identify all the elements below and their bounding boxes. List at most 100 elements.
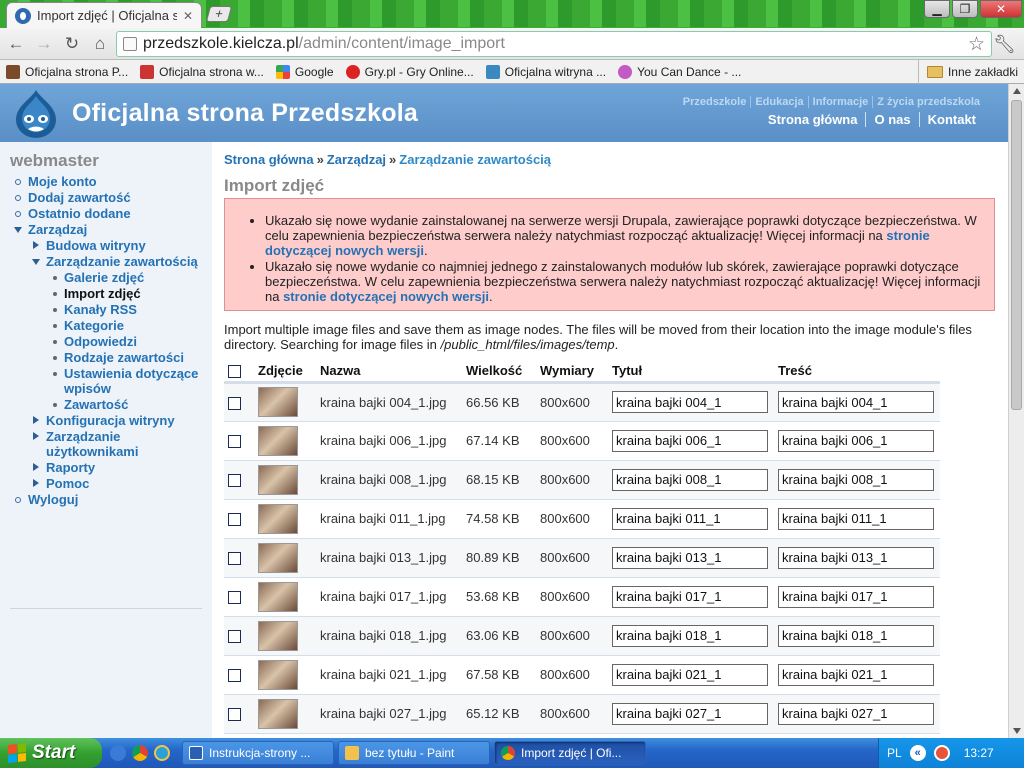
clock[interactable]: 13:27 <box>964 746 994 760</box>
sidebar-item[interactable]: Zarządzanie użytkownikami <box>14 429 206 459</box>
sidebar-item[interactable]: Moje konto <box>14 174 206 189</box>
show-desktop-icon[interactable] <box>110 745 126 761</box>
bookmark-star-icon[interactable]: ☆ <box>968 33 985 56</box>
body-input[interactable] <box>778 663 934 686</box>
sidebar-item[interactable]: Import zdjęć <box>14 286 206 301</box>
title-input[interactable] <box>612 429 768 452</box>
row-checkbox[interactable] <box>228 669 241 683</box>
photo-thumbnail[interactable] <box>258 659 298 690</box>
home-icon[interactable]: ⌂ <box>90 34 110 54</box>
sidebar-item[interactable]: Ustawienia dotyczące wpisów <box>14 366 206 396</box>
tab-close-icon[interactable]: ✕ <box>183 9 193 23</box>
sidebar-item[interactable]: Wyloguj <box>14 492 206 507</box>
photo-thumbnail[interactable] <box>258 464 298 495</box>
body-input[interactable] <box>778 507 934 530</box>
back-arrow-icon[interactable]: ← <box>6 34 26 54</box>
sidebar-item[interactable]: Konfiguracja witryny <box>14 413 206 428</box>
show-hidden-icons-icon[interactable]: « <box>909 745 926 761</box>
other-bookmarks[interactable]: Inne zakładki <box>917 60 1018 84</box>
forward-arrow-icon[interactable]: → <box>34 34 54 54</box>
title-input[interactable] <box>612 468 768 491</box>
start-button[interactable]: Start <box>0 738 102 768</box>
nav-link-strona-glowna[interactable]: Strona główna <box>760 112 866 127</box>
photo-thumbnail[interactable] <box>258 503 298 534</box>
minimize-icon[interactable]: ▁ <box>924 0 950 18</box>
body-input[interactable] <box>778 391 934 413</box>
nav-link-edukacja[interactable]: Edukacja <box>750 96 807 108</box>
photo-thumbnail[interactable] <box>258 542 298 573</box>
breadcrumb-link[interactable]: Strona główna <box>224 152 314 167</box>
language-indicator[interactable]: PL <box>887 746 902 760</box>
sidebar-item[interactable]: Odpowiedzi <box>14 334 206 349</box>
taskbar-button-active[interactable]: Import zdjęć | Ofi... <box>494 741 646 765</box>
title-input[interactable] <box>612 585 768 608</box>
site-name[interactable]: Oficjalna strona Przedszkola <box>72 99 418 128</box>
new-tab-button[interactable]: + <box>205 6 233 22</box>
row-checkbox[interactable] <box>228 474 241 488</box>
nav-link-informacje[interactable]: Informacje <box>807 96 873 108</box>
sidebar-item[interactable]: Kanały RSS <box>14 302 206 317</box>
sidebar-item[interactable]: Pomoc <box>14 476 206 491</box>
nav-link-przedszkole[interactable]: Przedszkole <box>679 96 751 108</box>
close-window-icon[interactable]: ✕ <box>980 0 1022 18</box>
breadcrumb-link[interactable]: Zarządzanie zawartością <box>399 152 551 167</box>
nav-link-o-nas[interactable]: O nas <box>865 112 918 127</box>
sidebar-item[interactable]: Dodaj zawartość <box>14 190 206 205</box>
page-scrollbar[interactable] <box>1008 84 1024 738</box>
row-checkbox[interactable] <box>228 435 241 449</box>
chrome-icon[interactable] <box>132 745 148 761</box>
photo-thumbnail[interactable] <box>258 620 298 651</box>
sidebar-item[interactable]: Raporty <box>14 460 206 475</box>
sidebar-item[interactable]: Kategorie <box>14 318 206 333</box>
browser-tab[interactable]: Import zdjęć | Oficjalna s ✕ <box>6 2 202 28</box>
row-checkbox[interactable] <box>228 396 241 410</box>
bookmark-item[interactable]: Oficjalna strona w... <box>134 60 270 84</box>
title-input[interactable] <box>612 702 768 725</box>
wrench-menu-icon[interactable]: 🔧︎ <box>993 34 1016 55</box>
row-checkbox[interactable] <box>228 513 241 527</box>
internet-explorer-icon[interactable] <box>154 745 170 761</box>
photo-thumbnail[interactable] <box>258 425 298 456</box>
breadcrumb-link[interactable]: Zarządzaj <box>327 152 386 167</box>
select-all-checkbox[interactable] <box>228 365 241 379</box>
body-input[interactable] <box>778 429 934 452</box>
sidebar-item[interactable]: Budowa witryny <box>14 238 206 253</box>
scroll-thumb[interactable] <box>1011 100 1022 410</box>
row-checkbox[interactable] <box>228 708 241 722</box>
body-input[interactable] <box>778 468 934 491</box>
taskbar-button[interactable]: Instrukcja-strony ... <box>182 741 334 765</box>
bookmark-item[interactable]: Google <box>270 60 340 84</box>
tray-app-icon[interactable] <box>933 745 950 761</box>
bookmark-item[interactable]: Oficjalna strona P... <box>0 60 134 84</box>
sidebar-item[interactable]: Zawartość <box>14 397 206 412</box>
scroll-up-icon[interactable] <box>1013 88 1021 94</box>
sidebar-item[interactable]: Rodzaje zawartości <box>14 350 206 365</box>
body-input[interactable] <box>778 624 934 647</box>
photo-thumbnail[interactable] <box>258 387 298 417</box>
address-bar[interactable]: przedszkole.kielcza.pl/admin/content/ima… <box>116 31 992 57</box>
title-input[interactable] <box>612 624 768 647</box>
bookmark-item[interactable]: Oficjalna witryna ... <box>480 60 612 84</box>
title-input[interactable] <box>612 663 768 686</box>
body-input[interactable] <box>778 702 934 725</box>
bookmark-item[interactable]: You Can Dance - ... <box>612 60 747 84</box>
maximize-icon[interactable]: ❐ <box>952 0 978 18</box>
drupal-logo-icon[interactable] <box>12 88 60 140</box>
photo-thumbnail[interactable] <box>258 581 298 612</box>
nav-link-kontakt[interactable]: Kontakt <box>918 112 984 127</box>
scroll-down-icon[interactable] <box>1013 728 1021 734</box>
row-checkbox[interactable] <box>228 552 241 566</box>
updates-link[interactable]: stronie dotyczącej nowych wersji <box>283 289 489 304</box>
body-input[interactable] <box>778 585 934 608</box>
nav-link-z-zycia[interactable]: Z życia przedszkola <box>872 96 984 108</box>
taskbar-button[interactable]: bez tytułu - Paint <box>338 741 490 765</box>
sidebar-item[interactable]: Zarządzaj <box>14 222 206 237</box>
title-input[interactable] <box>612 507 768 530</box>
row-checkbox[interactable] <box>228 630 241 644</box>
reload-icon[interactable]: ↻ <box>62 34 82 54</box>
photo-thumbnail[interactable] <box>258 698 298 729</box>
row-checkbox[interactable] <box>228 591 241 605</box>
sidebar-item[interactable]: Galerie zdjęć <box>14 270 206 285</box>
body-input[interactable] <box>778 546 934 569</box>
title-input[interactable] <box>612 391 768 413</box>
